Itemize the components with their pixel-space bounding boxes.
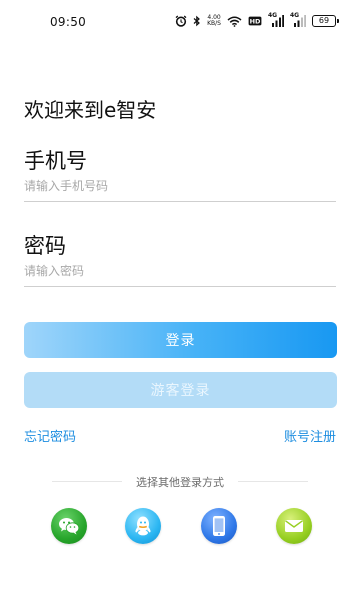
phone-label: 手机号 bbox=[24, 149, 87, 173]
qq-icon bbox=[133, 515, 153, 537]
hd-icon: HD bbox=[248, 14, 262, 28]
password-label: 密码 bbox=[24, 234, 66, 258]
status-bar: 09:50 4.00 KB/S HD 4G 4G 69 bbox=[0, 0, 360, 44]
divider-right bbox=[238, 481, 308, 482]
forgot-password-link[interactable]: 忘记密码 bbox=[24, 426, 76, 445]
phone-underline bbox=[24, 201, 336, 202]
mail-icon bbox=[284, 519, 304, 533]
register-link[interactable]: 账号注册 bbox=[284, 426, 336, 445]
mail-login-button[interactable] bbox=[276, 508, 312, 544]
bluetooth-icon bbox=[193, 14, 201, 28]
net-speed-unit: KB/S bbox=[207, 20, 221, 27]
password-underline bbox=[24, 286, 336, 287]
password-input[interactable] bbox=[24, 258, 336, 284]
net-speed: 4.00 KB/S bbox=[207, 14, 221, 28]
wechat-login-button[interactable] bbox=[51, 508, 87, 544]
status-time: 09:50 bbox=[50, 15, 87, 29]
wifi-icon bbox=[227, 14, 242, 28]
phone-login-button[interactable] bbox=[201, 508, 237, 544]
svg-text:HD: HD bbox=[250, 17, 261, 25]
guest-login-button[interactable]: 游客登录 bbox=[24, 372, 337, 408]
login-button[interactable]: 登录 bbox=[24, 322, 337, 358]
alarm-icon bbox=[175, 14, 187, 28]
other-login-title: 选择其他登录方式 bbox=[136, 476, 224, 489]
signal-icon: 4G bbox=[290, 12, 306, 28]
wechat-icon bbox=[58, 517, 80, 535]
phone-icon bbox=[212, 515, 226, 537]
signal-label: 4G bbox=[290, 12, 300, 19]
qq-login-button[interactable] bbox=[125, 508, 161, 544]
signal-icon: 4G bbox=[268, 12, 284, 28]
status-icons: 4.00 KB/S HD 4G 4G 69 bbox=[175, 12, 339, 29]
signal-label: 4G bbox=[268, 12, 278, 19]
phone-input[interactable] bbox=[24, 173, 336, 199]
battery-icon: 69 bbox=[312, 15, 339, 27]
welcome-title: 欢迎来到e智安 bbox=[24, 98, 157, 122]
